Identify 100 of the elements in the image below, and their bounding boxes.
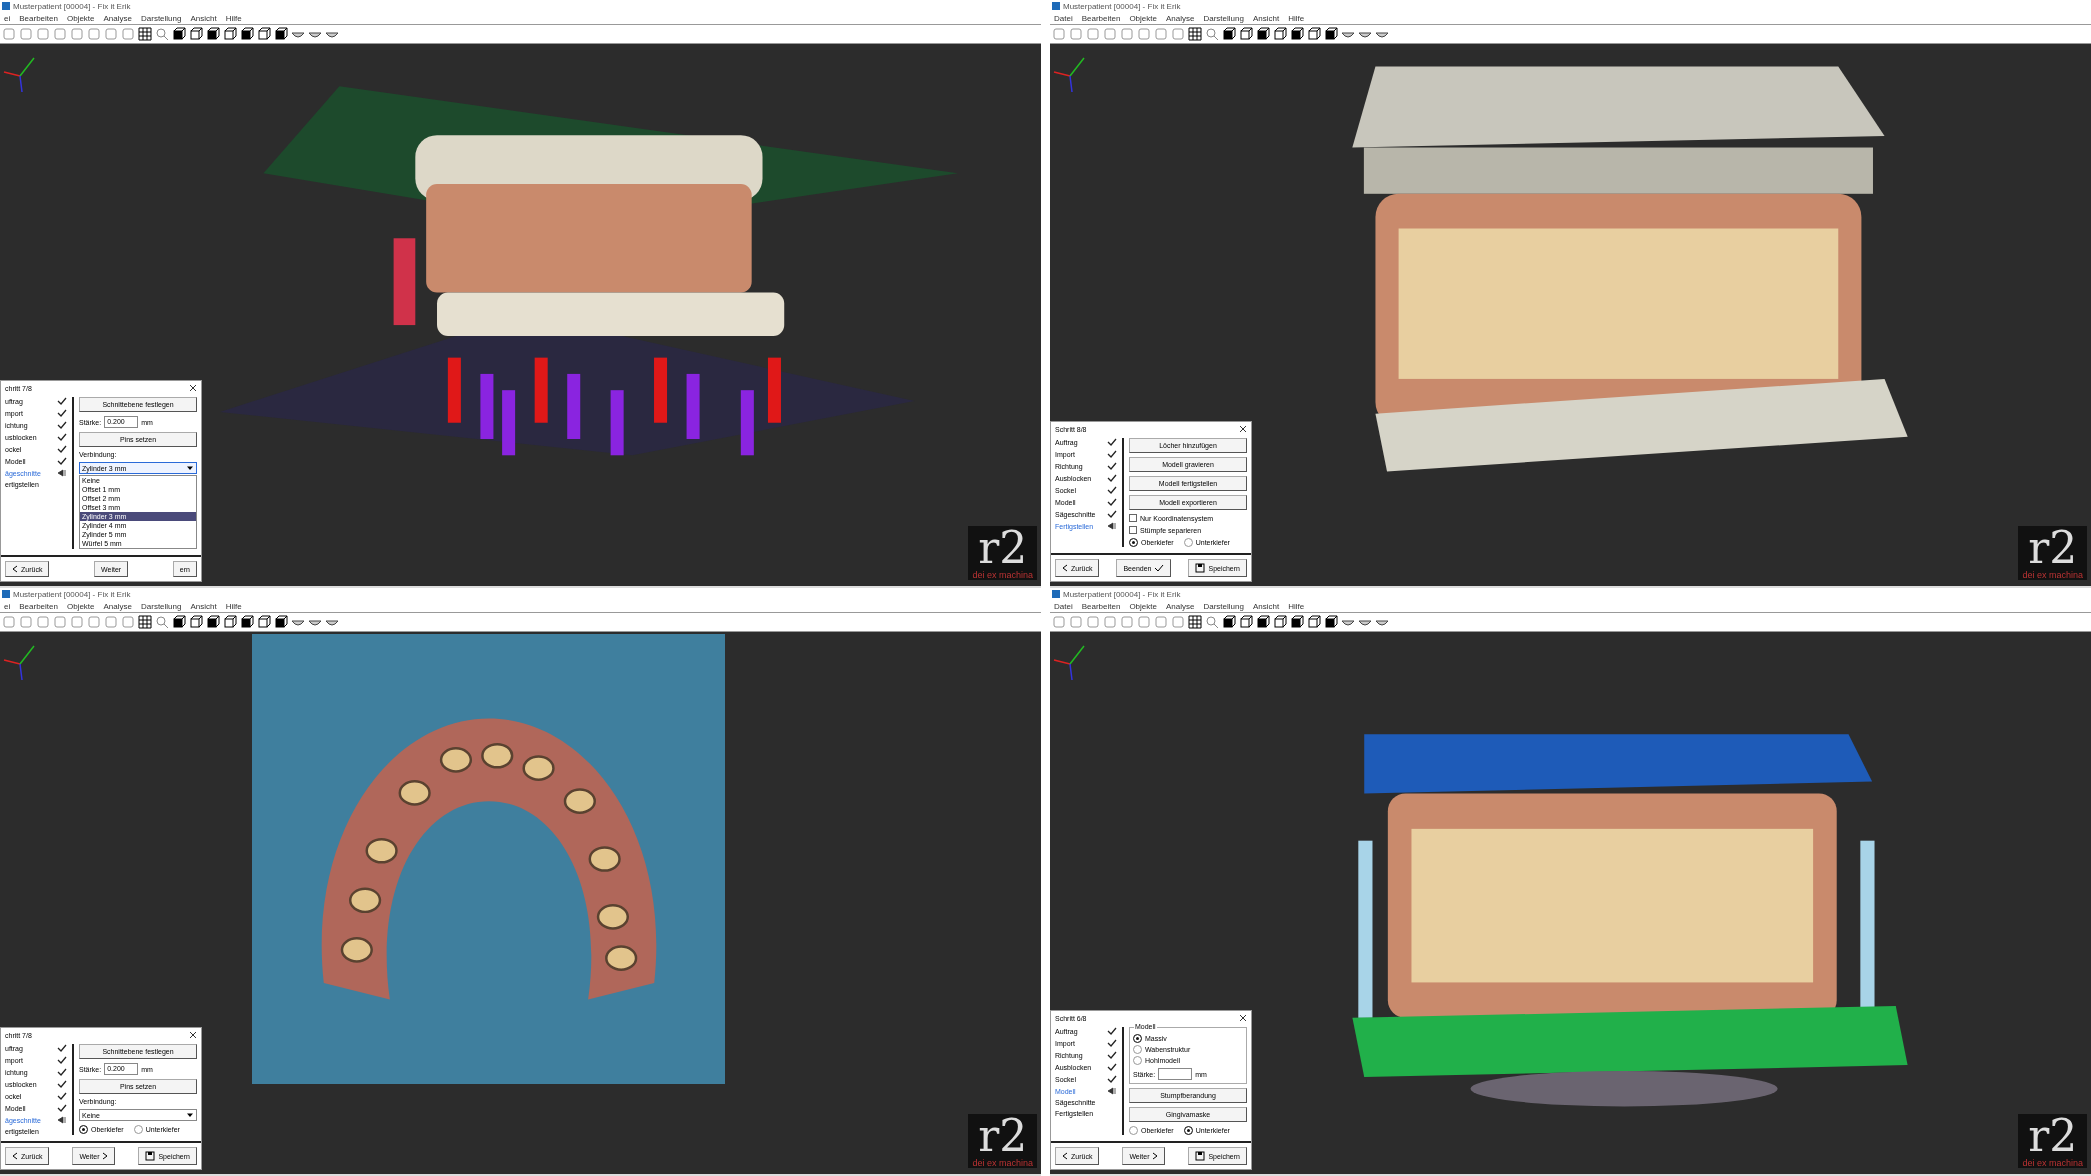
caret-icon xyxy=(186,464,194,472)
save-icon xyxy=(1195,1151,1206,1161)
menu-item[interactable]: Analyse xyxy=(1165,13,1195,23)
radio-button[interactable] xyxy=(1129,1126,1138,1135)
cube-icon[interactable] xyxy=(172,615,186,629)
grid-icon[interactable] xyxy=(138,615,152,629)
close-icon[interactable] xyxy=(189,1031,197,1039)
cube-icon[interactable] xyxy=(1290,615,1304,629)
logo-mark: r2 xyxy=(978,1114,1028,1158)
cube-icon[interactable] xyxy=(274,615,288,629)
menu-item[interactable]: Objekte xyxy=(1129,13,1157,23)
next-icon xyxy=(1152,1152,1159,1160)
cube-icon[interactable] xyxy=(206,615,220,629)
cube-icon[interactable] xyxy=(1256,27,1270,41)
checkmark-icon xyxy=(1154,564,1165,572)
radio-button[interactable] xyxy=(1129,538,1138,547)
menu-item[interactable]: Analyse xyxy=(1165,601,1195,611)
cube-icon[interactable] xyxy=(1222,615,1236,629)
cube-icon[interactable] xyxy=(240,27,254,41)
menu-item[interactable]: Ansicht xyxy=(190,13,217,23)
cube-icon[interactable] xyxy=(1324,615,1338,629)
radio-button[interactable] xyxy=(1133,1056,1142,1065)
cube-icon[interactable] xyxy=(274,27,288,41)
menu-item[interactable]: Bearbeiten xyxy=(19,601,58,611)
menu-item[interactable]: Darstellung xyxy=(141,601,182,611)
cube-icon[interactable] xyxy=(1239,27,1253,41)
app-icon xyxy=(1052,2,1060,10)
cube-icon[interactable] xyxy=(1256,615,1270,629)
cube-icon[interactable] xyxy=(240,615,254,629)
cube-icon[interactable] xyxy=(1273,27,1287,41)
back-icon xyxy=(1062,564,1068,572)
radio-button[interactable] xyxy=(1133,1034,1142,1043)
menu-item[interactable]: Ansicht xyxy=(1252,13,1280,23)
cube-icon[interactable] xyxy=(1307,27,1321,41)
grid-icon[interactable] xyxy=(138,27,152,41)
menu-item[interactable]: ei xyxy=(4,601,11,611)
radio-button[interactable] xyxy=(133,1125,143,1134)
thickness-field[interactable] xyxy=(1158,1068,1193,1080)
menu-item[interactable]: Objekte xyxy=(66,13,95,23)
logo-tagline: dei ex machina xyxy=(972,1158,1033,1168)
menu-item[interactable]: Hilfe xyxy=(1288,13,1305,23)
cube-icon[interactable] xyxy=(1273,615,1287,629)
window-title: Musterpatient [00004] - Fix it Erik xyxy=(1063,589,1181,599)
window-title: Musterpatient [00004] - Fix it Erik xyxy=(1063,1,1181,11)
menu-item[interactable]: Bearbeiten xyxy=(19,13,58,23)
menu-item[interactable]: Darstellung xyxy=(1203,13,1244,23)
cube-icon[interactable] xyxy=(223,27,237,41)
caret-icon xyxy=(186,1111,194,1119)
logo-tagline: dei ex machina xyxy=(2022,570,2083,580)
logo-tagline: dei ex machina xyxy=(2022,1158,2083,1168)
cube-icon[interactable] xyxy=(189,27,203,41)
cube-icon[interactable] xyxy=(1307,615,1321,629)
menu-item[interactable]: ei xyxy=(4,13,11,23)
close-icon[interactable] xyxy=(1239,425,1247,433)
cube-icon[interactable] xyxy=(172,27,186,41)
cube-icon[interactable] xyxy=(189,615,203,629)
grid-icon[interactable] xyxy=(1188,27,1202,41)
grid-icon[interactable] xyxy=(1188,615,1202,629)
menu-item[interactable]: Hilfe xyxy=(1288,601,1305,611)
radio-button[interactable] xyxy=(1133,1045,1142,1054)
cube-icon[interactable] xyxy=(1222,27,1236,41)
logo-mark: r2 xyxy=(2028,1114,2078,1158)
cube-icon[interactable] xyxy=(1239,615,1253,629)
menu-item[interactable]: Objekte xyxy=(1129,601,1157,611)
app-icon xyxy=(2,2,10,10)
menu-item[interactable]: Darstellung xyxy=(141,13,182,23)
menu-item[interactable]: Darstellung xyxy=(1203,601,1244,611)
menu-item[interactable]: Hilfe xyxy=(225,601,242,611)
menu-item[interactable]: Analyse xyxy=(103,601,132,611)
next-icon xyxy=(102,1152,109,1160)
menu-item[interactable]: Objekte xyxy=(66,601,95,611)
checkbox[interactable] xyxy=(1129,526,1137,534)
cube-icon[interactable] xyxy=(257,27,271,41)
cube-icon[interactable] xyxy=(223,615,237,629)
back-icon xyxy=(1062,1152,1068,1160)
logo-mark: r2 xyxy=(2028,526,2078,570)
cube-icon[interactable] xyxy=(257,615,271,629)
window-title: Musterpatient [00004] - Fix it Erik xyxy=(13,1,131,11)
back-icon xyxy=(12,1152,18,1160)
radio-button[interactable] xyxy=(79,1125,88,1134)
menu-item[interactable]: Datei xyxy=(1054,601,1073,611)
menu-item[interactable]: Hilfe xyxy=(225,13,242,23)
checkbox[interactable] xyxy=(1129,514,1137,522)
menu-item[interactable]: Datei xyxy=(1054,13,1073,23)
app-icon xyxy=(1052,590,1060,598)
radio-button[interactable] xyxy=(1183,538,1193,547)
logo-mark: r2 xyxy=(978,526,1028,570)
menu-item[interactable]: Ansicht xyxy=(190,601,217,611)
radio-button[interactable] xyxy=(1183,1126,1193,1135)
menu-item[interactable]: Analyse xyxy=(103,13,132,23)
cube-icon[interactable] xyxy=(1324,27,1338,41)
logo-tagline: dei ex machina xyxy=(972,570,1033,580)
back-icon xyxy=(12,565,18,573)
menu-item[interactable]: Ansicht xyxy=(1252,601,1280,611)
menu-item[interactable]: Bearbeiten xyxy=(1081,601,1121,611)
cube-icon[interactable] xyxy=(1290,27,1304,41)
close-icon[interactable] xyxy=(189,384,197,392)
cube-icon[interactable] xyxy=(206,27,220,41)
menu-item[interactable]: Bearbeiten xyxy=(1081,13,1121,23)
close-icon[interactable] xyxy=(1239,1014,1247,1022)
